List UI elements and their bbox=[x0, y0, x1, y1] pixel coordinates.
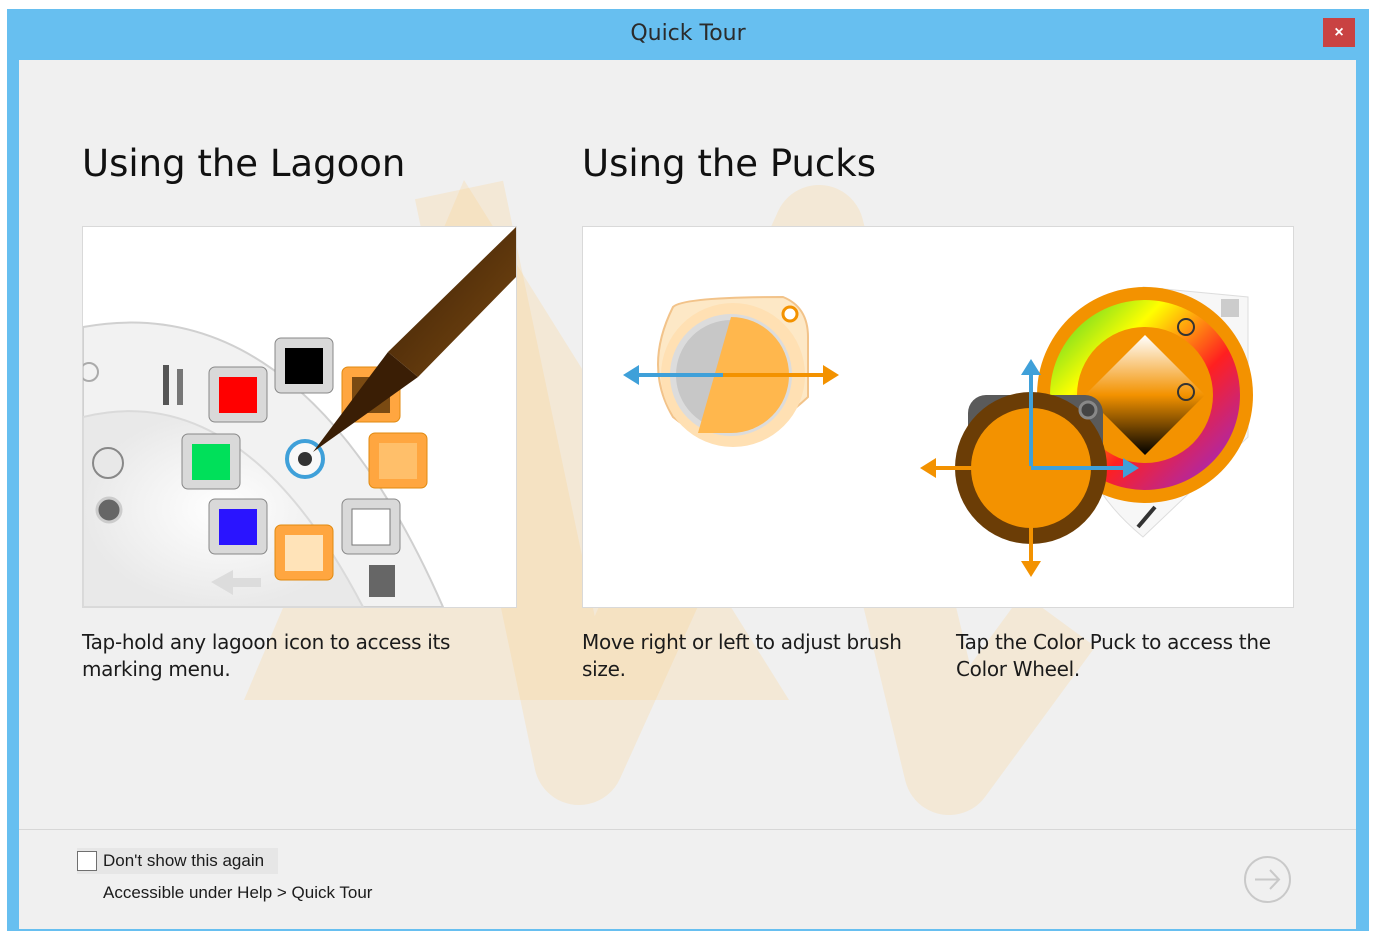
dialog-footer: Don't show this again Accessible under H… bbox=[19, 829, 1356, 929]
pucks-graphic bbox=[623, 286, 1253, 577]
brush-size-puck bbox=[657, 295, 809, 447]
record-dot-icon bbox=[95, 496, 123, 524]
swatch-white bbox=[341, 498, 401, 555]
swatch-transparent bbox=[274, 524, 334, 581]
brush-size-icon bbox=[92, 447, 124, 479]
arrow-right-circle-icon bbox=[1244, 856, 1291, 903]
swatch-red bbox=[208, 366, 268, 423]
dont-show-again-checkbox[interactable] bbox=[77, 851, 97, 871]
stylus-pen-icon bbox=[313, 227, 516, 452]
lagoon-caption: Tap-hold any lagoon icon to access its m… bbox=[82, 630, 451, 681]
dialog-body: Using the Lagoon Using the Pucks Tap-hol… bbox=[19, 60, 1356, 929]
lagoon-graphic bbox=[83, 227, 516, 607]
grid-icon bbox=[1221, 299, 1239, 317]
close-button[interactable]: × bbox=[1323, 18, 1355, 47]
quick-tour-window: Quick Tour × Using the Lagoon Using the … bbox=[7, 9, 1369, 931]
layers-icon bbox=[369, 565, 395, 597]
swatch-black bbox=[274, 337, 334, 394]
window-title: Quick Tour bbox=[630, 21, 746, 46]
lagoon-heading: Using the Lagoon bbox=[82, 142, 406, 185]
pucks-illustration bbox=[582, 226, 1294, 608]
brush-size-caption: Move right or left to adjust brush size. bbox=[582, 630, 902, 681]
swatch-blue bbox=[208, 498, 268, 555]
title-bar[interactable]: Quick Tour × bbox=[7, 9, 1369, 60]
swatch-green bbox=[181, 433, 241, 490]
pucks-heading: Using the Pucks bbox=[582, 142, 876, 185]
dont-show-again-option[interactable]: Don't show this again bbox=[77, 848, 279, 874]
next-button[interactable] bbox=[1243, 855, 1292, 904]
swatch-light-orange bbox=[368, 432, 428, 489]
lagoon-illustration bbox=[82, 226, 517, 608]
help-location-text: Accessible under Help > Quick Tour bbox=[103, 883, 373, 902]
color-puck-caption: Tap the Color Puck to access the Color W… bbox=[956, 630, 1271, 681]
dont-show-again-label[interactable]: Don't show this again bbox=[103, 851, 264, 871]
